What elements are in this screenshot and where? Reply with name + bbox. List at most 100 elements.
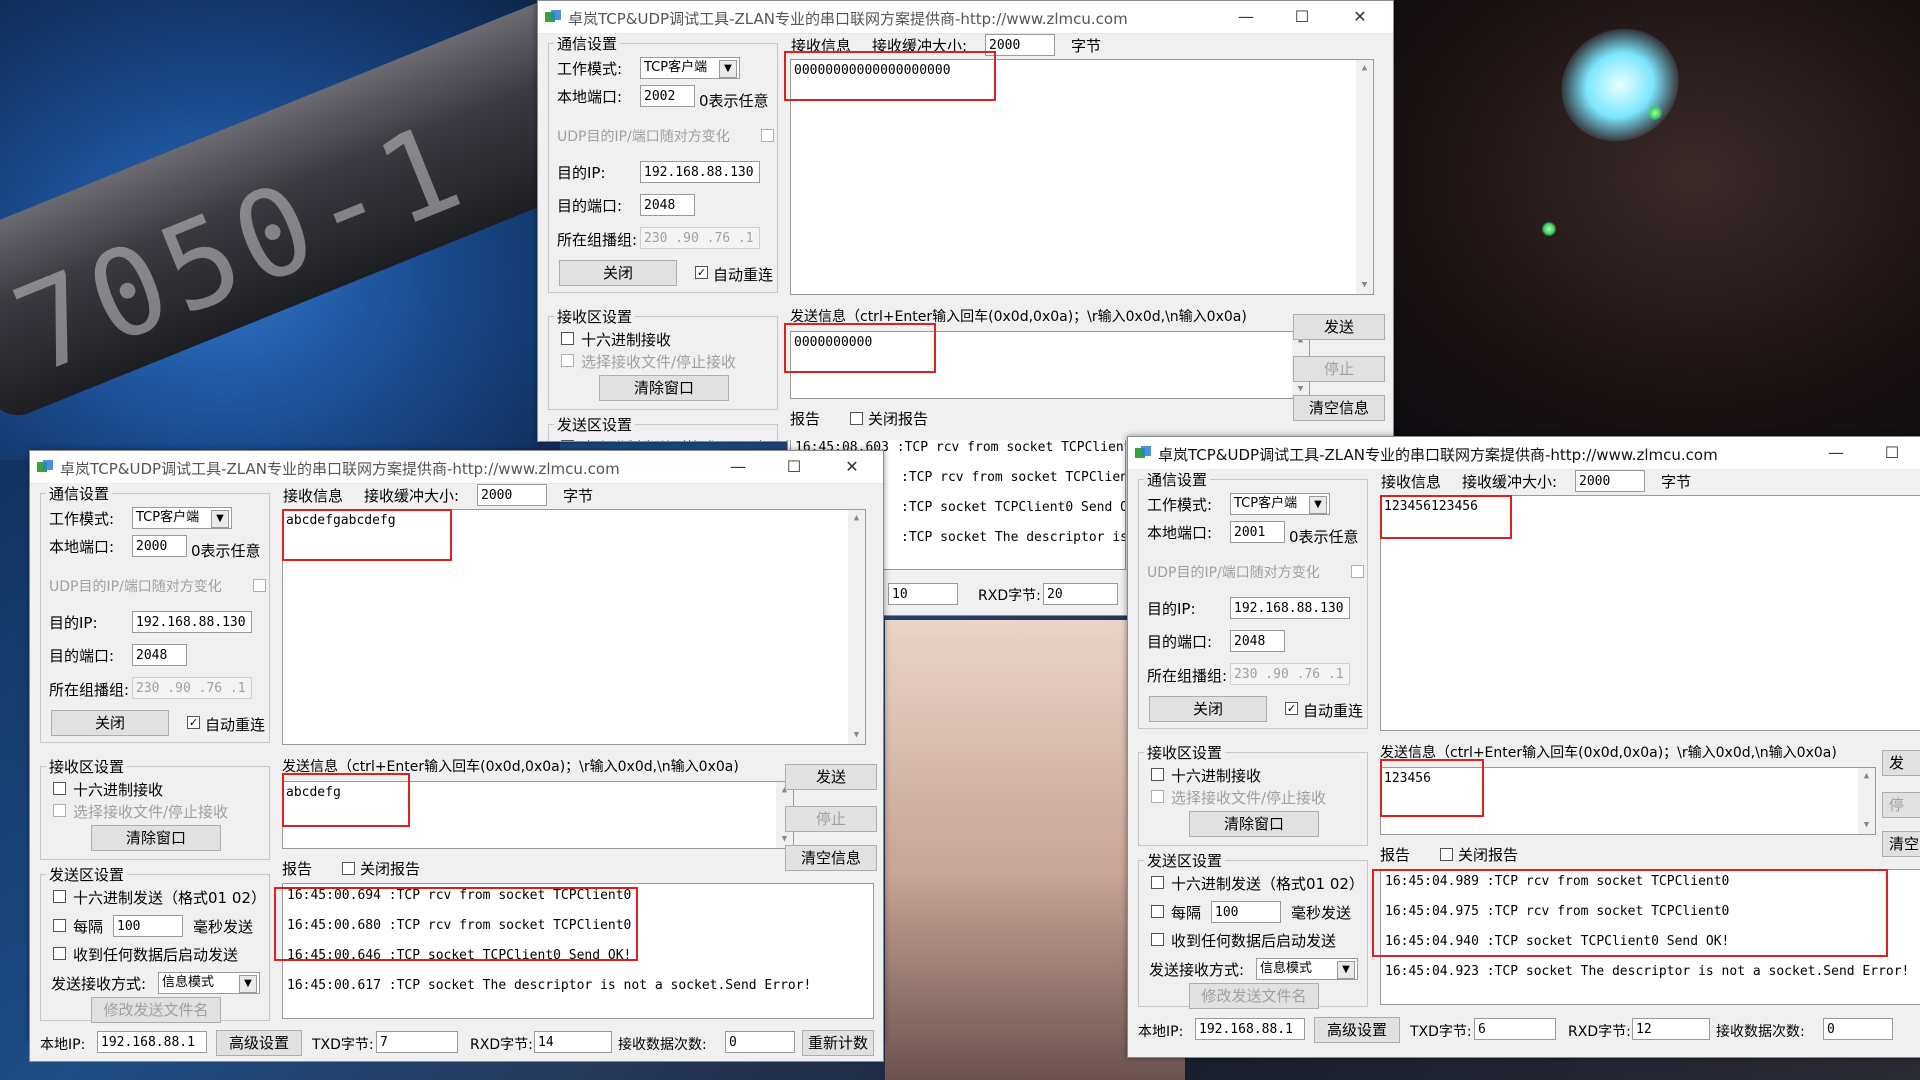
advanced-settings-button[interactable]: 高级设置 bbox=[1314, 1017, 1400, 1043]
udp-random-checkbox[interactable] bbox=[1351, 565, 1364, 578]
auto-send-checkbox[interactable] bbox=[1151, 933, 1164, 946]
auto-reconnect-checkbox[interactable]: ✓ bbox=[1285, 702, 1298, 715]
chevron-down-icon[interactable]: ▼ bbox=[1337, 961, 1355, 979]
close-icon[interactable]: ✕ bbox=[1342, 5, 1378, 29]
scroll-up-icon[interactable]: ▲ bbox=[1356, 60, 1373, 77]
minimize-icon[interactable]: — bbox=[720, 455, 756, 479]
hex-send-checkbox[interactable] bbox=[53, 890, 66, 903]
recount-button[interactable]: 重新计数 bbox=[802, 1030, 874, 1056]
report-area[interactable]: 16:45:00.694 :TCP rcv from socket TCPCli… bbox=[282, 883, 874, 1019]
send-textarea[interactable]: abcdefg ▲ ▼ bbox=[282, 781, 794, 849]
dest-port-input[interactable]: 2048 bbox=[640, 194, 695, 216]
auto-reconnect-checkbox[interactable]: ✓ bbox=[187, 716, 200, 729]
local-port-input[interactable]: 2000 bbox=[132, 535, 187, 557]
clear-window-button[interactable]: 清除窗口 bbox=[91, 825, 221, 851]
multicast-input[interactable]: 230 .90 .76 .1 bbox=[640, 227, 760, 249]
maximize-icon[interactable]: ☐ bbox=[1874, 441, 1910, 465]
dest-port-input[interactable]: 2048 bbox=[132, 644, 187, 666]
send-button[interactable]: 发 bbox=[1882, 750, 1920, 776]
recv-file-checkbox[interactable] bbox=[561, 354, 574, 367]
multicast-input[interactable]: 230 .90 .76 .1 bbox=[1230, 663, 1350, 685]
local-ip-input[interactable]: 192.168.88.1 bbox=[97, 1031, 207, 1053]
clear-window-button[interactable]: 清除窗口 bbox=[599, 375, 729, 401]
recv-buf-input[interactable]: 2000 bbox=[1575, 470, 1645, 492]
close-report-label: 关闭报告 bbox=[360, 860, 421, 878]
clear-info-button[interactable]: 清空 bbox=[1882, 831, 1920, 857]
send-button[interactable]: 发送 bbox=[785, 764, 877, 790]
send-textarea[interactable]: 123456 ▲ ▼ bbox=[1380, 767, 1876, 835]
work-mode-select[interactable]: TCP客户端 ▼ bbox=[1230, 493, 1330, 515]
chevron-down-icon[interactable]: ▼ bbox=[239, 975, 257, 993]
recv-scrollbar[interactable]: ▲ ▼ bbox=[1356, 60, 1373, 294]
clear-info-button[interactable]: 清空信息 bbox=[1293, 395, 1385, 421]
local-ip-input[interactable]: 192.168.88.1 bbox=[1195, 1018, 1305, 1040]
multicast-input[interactable]: 230 .90 .76 .1 bbox=[132, 677, 252, 699]
udp-random-checkbox[interactable] bbox=[761, 129, 774, 142]
work-mode-select[interactable]: TCP客户端 ▼ bbox=[132, 507, 232, 529]
hex-send-checkbox[interactable] bbox=[1151, 876, 1164, 889]
periodic-send-checkbox[interactable] bbox=[1151, 905, 1164, 918]
chevron-down-icon[interactable]: ▼ bbox=[211, 510, 229, 528]
rxd-value: 12 bbox=[1632, 1018, 1710, 1040]
stop-button[interactable]: 停止 bbox=[1293, 356, 1385, 382]
close-connection-button[interactable]: 关闭 bbox=[51, 710, 169, 736]
dest-port-input[interactable]: 2048 bbox=[1230, 630, 1285, 652]
local-port-input[interactable]: 2002 bbox=[640, 85, 695, 107]
chevron-down-icon[interactable]: ▼ bbox=[1309, 496, 1327, 514]
recv-buf-input[interactable]: 2000 bbox=[477, 484, 547, 506]
hex-recv-checkbox[interactable] bbox=[1151, 768, 1164, 781]
stop-button[interactable]: 停止 bbox=[785, 806, 877, 832]
scroll-down-icon[interactable]: ▼ bbox=[1858, 817, 1875, 834]
send-button[interactable]: 发送 bbox=[1293, 314, 1385, 340]
close-report-checkbox[interactable] bbox=[1440, 848, 1453, 861]
local-port-input[interactable]: 2001 bbox=[1230, 521, 1285, 543]
dest-ip-input[interactable]: 192.168.88.130 bbox=[132, 611, 252, 633]
recv-file-checkbox[interactable] bbox=[1151, 790, 1164, 803]
work-mode-select[interactable]: TCP客户端 ▼ bbox=[640, 57, 740, 79]
chevron-down-icon[interactable]: ▼ bbox=[719, 60, 737, 78]
minimize-icon[interactable]: — bbox=[1228, 5, 1264, 29]
report-area[interactable]: 16:45:04.989 :TCP rcv from socket TCPCli… bbox=[1380, 869, 1920, 1005]
send-textarea[interactable]: 0000000000 ▲ ▼ bbox=[790, 331, 1310, 399]
clear-info-button[interactable]: 清空信息 bbox=[785, 845, 877, 871]
stop-button[interactable]: 停 bbox=[1882, 792, 1920, 818]
dest-ip-input[interactable]: 192.168.88.130 bbox=[1230, 597, 1350, 619]
clear-window-button[interactable]: 清除窗口 bbox=[1189, 811, 1319, 837]
close-report-checkbox[interactable] bbox=[342, 862, 355, 875]
interval-input[interactable]: 100 bbox=[1211, 901, 1281, 923]
modify-send-file-button[interactable]: 修改发送文件名 bbox=[1189, 983, 1319, 1009]
scroll-down-icon[interactable]: ▼ bbox=[1356, 277, 1373, 294]
report-line: :TCP socket TCPClient0 Send OK! bbox=[901, 500, 1126, 515]
maximize-icon[interactable]: ☐ bbox=[776, 455, 812, 479]
modify-send-file-button[interactable]: 修改发送文件名 bbox=[91, 997, 221, 1023]
send-recv-mode-select[interactable]: 信息模式 ▼ bbox=[158, 972, 260, 994]
close-icon[interactable]: ✕ bbox=[834, 455, 870, 479]
advanced-settings-button[interactable]: 高级设置 bbox=[216, 1030, 302, 1056]
recv-textarea[interactable]: 123456123456 bbox=[1380, 495, 1920, 731]
auto-reconnect-checkbox[interactable]: ✓ bbox=[695, 266, 708, 279]
udp-random-checkbox[interactable] bbox=[253, 579, 266, 592]
app-icon bbox=[1135, 446, 1151, 458]
send-recv-mode-select[interactable]: 信息模式 ▼ bbox=[1256, 958, 1358, 980]
close-connection-button[interactable]: 关闭 bbox=[1149, 696, 1267, 722]
send-scrollbar[interactable]: ▲ ▼ bbox=[1858, 768, 1875, 834]
periodic-send-checkbox[interactable] bbox=[53, 919, 66, 932]
close-connection-button[interactable]: 关闭 bbox=[559, 260, 677, 286]
recv-scrollbar[interactable]: ▲ ▼ bbox=[848, 510, 865, 744]
scroll-up-icon[interactable]: ▲ bbox=[1858, 768, 1875, 785]
recv-textarea[interactable]: abcdefgabcdefg ▲ ▼ bbox=[282, 509, 866, 745]
recv-file-checkbox[interactable] bbox=[53, 804, 66, 817]
interval-input[interactable]: 100 bbox=[113, 915, 183, 937]
maximize-icon[interactable]: ☐ bbox=[1284, 5, 1320, 29]
close-report-checkbox[interactable] bbox=[850, 412, 863, 425]
hex-recv-checkbox[interactable] bbox=[53, 782, 66, 795]
scroll-down-icon[interactable]: ▼ bbox=[848, 727, 865, 744]
recv-textarea[interactable]: 00000000000000000000 ▲ ▼ bbox=[790, 59, 1374, 295]
recv-buf-input[interactable]: 2000 bbox=[985, 34, 1055, 56]
hex-recv-checkbox[interactable] bbox=[561, 332, 574, 345]
minimize-icon[interactable]: — bbox=[1818, 441, 1854, 465]
auto-send-checkbox[interactable] bbox=[53, 947, 66, 960]
hex-send-checkbox[interactable] bbox=[561, 440, 574, 441]
dest-ip-input[interactable]: 192.168.88.130 bbox=[640, 161, 760, 183]
scroll-up-icon[interactable]: ▲ bbox=[848, 510, 865, 527]
